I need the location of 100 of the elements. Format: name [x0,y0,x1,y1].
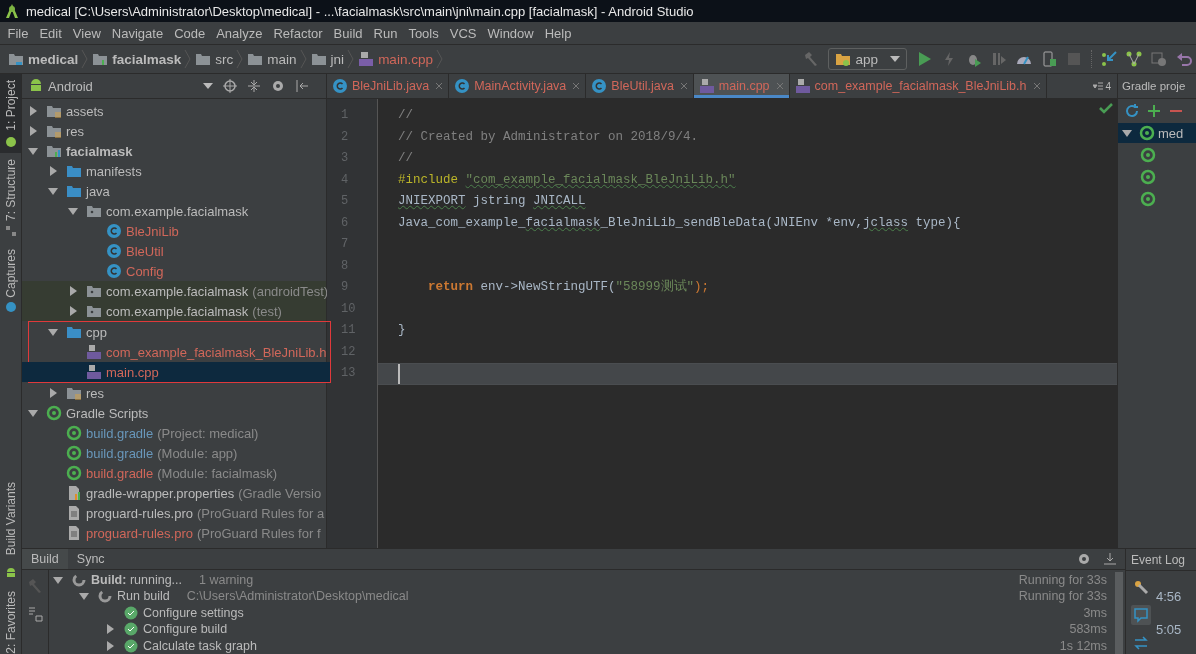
tree-item[interactable]: manifests [22,161,326,181]
build-step[interactable]: Run build [117,589,170,604]
vcs-branch-icon[interactable] [1126,51,1142,67]
expand-arrow-icon[interactable] [105,624,115,635]
close-icon[interactable] [435,82,444,90]
menu-item[interactable]: VCS [444,25,482,41]
menu-item[interactable]: Tools [402,25,445,41]
side-tab[interactable]: 2: Favorites [0,585,21,654]
tree-item[interactable]: BleJniLib [22,221,326,241]
menu-item[interactable]: Edit [33,25,68,41]
tree-item[interactable]: com_example_facialmask_BleJniLib.h [22,342,330,362]
scrollbar[interactable] [1115,571,1123,654]
side-tab[interactable]: 7: Structure [0,152,21,243]
tab-list-button[interactable]: 4 [1087,74,1117,98]
expand-arrow-icon[interactable] [68,306,78,316]
wrench-icon[interactable] [1133,579,1149,595]
build-step[interactable]: Calculate task graph [143,638,257,653]
tree-item[interactable]: res [22,121,326,141]
locate-icon[interactable] [223,79,237,93]
build-step[interactable]: Configure build [143,622,228,637]
breadcrumb-item[interactable]: medical [8,51,79,67]
tree-item[interactable]: proguard-rules.pro (ProGuard Rules for a [22,503,326,523]
gradle-icon[interactable] [1140,191,1156,207]
tree-item[interactable]: Config [22,261,326,281]
add-icon[interactable] [1146,103,1162,119]
editor-tab[interactable]: MainActivity.java [449,74,587,98]
expand-arrow-icon[interactable] [53,574,63,585]
device-icon[interactable] [1041,51,1057,67]
run-icon[interactable] [916,51,932,67]
tree-item[interactable]: build.gradle (Module: facialmask) [22,463,326,483]
menu-item[interactable]: Navigate [106,25,169,41]
close-icon[interactable] [679,82,688,90]
tree-item[interactable]: build.gradle (Module: app) [22,443,326,463]
menu-item[interactable]: Run [368,25,403,41]
close-icon[interactable] [572,82,581,90]
tree-item[interactable]: build.gradle (Project: medical) [22,423,326,443]
undo-icon[interactable] [1176,51,1192,67]
tree-item[interactable]: gradle-wrapper.properties (Gradle Versio [22,483,326,503]
download-icon[interactable] [1103,551,1117,566]
tree-item[interactable]: com.example.facialmask [22,201,326,221]
menu-item[interactable]: Build [328,25,368,41]
tree-item[interactable]: assets [22,101,326,121]
menu-item[interactable]: View [67,25,107,41]
tree-item[interactable]: cpp [22,322,330,342]
menu-item[interactable]: Code [168,25,211,41]
gradle-tree-item[interactable]: med [1118,123,1196,143]
sync-icon[interactable] [1133,635,1149,651]
editor-tab[interactable]: BleJniLib.java [327,74,450,98]
tree-item[interactable]: BleUtil [22,241,326,261]
editor-tab[interactable]: BleUtil.java [586,74,694,98]
tree-item[interactable]: com.example.facialmask (androidTest) [22,281,326,301]
build-step[interactable]: Build: running... [91,572,182,587]
menu-item[interactable]: Window [481,25,540,41]
expand-arrow-icon[interactable] [48,186,58,196]
tree-item[interactable]: Gradle Scripts [22,403,326,423]
menu-item[interactable]: Analyze [210,25,268,41]
expand-arrow-icon[interactable] [68,206,78,216]
toggle-view-icon[interactable] [27,605,43,622]
vcs-update-icon[interactable] [1101,51,1117,67]
expand-arrow-icon[interactable] [79,591,89,602]
gradle-icon[interactable] [1140,169,1156,185]
expand-arrow-icon[interactable] [28,408,38,418]
settings-icon[interactable] [271,79,285,93]
expand-arrow-icon[interactable] [68,286,78,296]
breadcrumb-item[interactable]: jni [310,51,345,67]
panel-tab[interactable]: Build [22,549,68,569]
expand-arrow-icon[interactable] [48,327,58,337]
tree-item[interactable]: proguard-rules.pro (ProGuard Rules for f [22,523,326,543]
menu-item[interactable]: Refactor [267,25,329,41]
tree-item[interactable]: res [22,383,326,403]
editor-tab[interactable]: com_example_facialmask_BleJniLib.h [789,74,1047,98]
expand-arrow-icon[interactable] [48,388,58,398]
breadcrumb-item[interactable]: main [247,51,297,67]
run-config-dropdown[interactable]: app [828,48,907,70]
menu-item[interactable]: File [2,25,34,41]
breadcrumb-item[interactable]: main.cpp [358,51,433,67]
refresh-icon[interactable] [1124,103,1140,119]
panel-tab[interactable]: Sync [67,549,114,569]
breadcrumb-item[interactable]: facialmask [92,51,182,67]
expand-arrow-icon[interactable] [105,640,115,651]
menu-item[interactable]: Help [539,25,577,41]
tree-item[interactable]: java [22,181,326,201]
view-dropdown[interactable]: Android [28,78,213,94]
hide-panel-icon[interactable] [295,79,309,93]
expand-arrow-icon[interactable] [28,106,38,116]
side-tab[interactable]: Build Variants [0,476,21,562]
build-step[interactable]: Configure settings [143,605,244,620]
gradle-icon[interactable] [1140,147,1156,163]
side-tab[interactable]: Captures [0,242,21,320]
tree-item[interactable]: facialmask [22,141,326,161]
expand-arrow-icon[interactable] [48,166,58,176]
expand-arrow-icon[interactable] [28,146,38,156]
history-icon[interactable] [1151,51,1167,67]
side-tab[interactable]: 1: Project [0,74,21,153]
close-icon[interactable] [1032,82,1041,90]
breadcrumb-item[interactable]: src [195,51,234,67]
collapse-icon[interactable] [247,79,261,93]
expand-arrow-icon[interactable] [1122,128,1132,138]
tree-item[interactable]: main.cpp [22,362,330,382]
settings-icon[interactable] [1077,551,1091,566]
